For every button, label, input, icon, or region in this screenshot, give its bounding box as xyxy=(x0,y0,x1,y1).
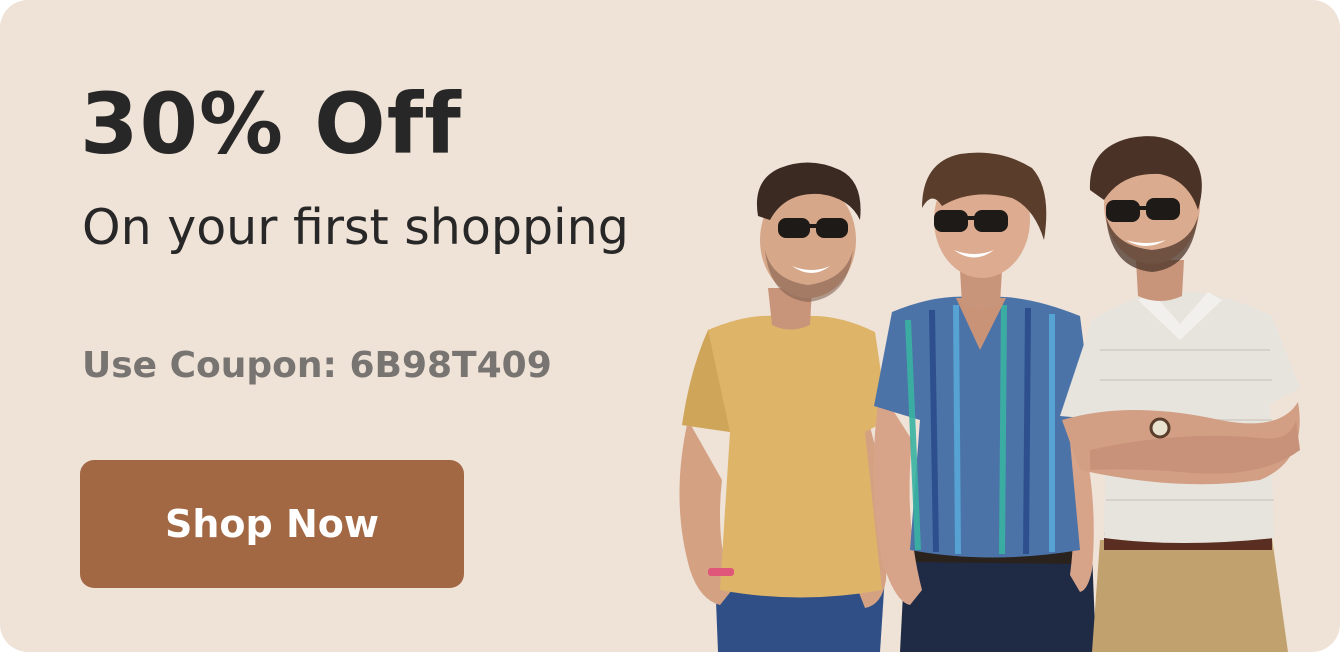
man-right-figure xyxy=(1060,136,1300,652)
promo-headline: 30% Off xyxy=(80,75,462,173)
man-middle-figure xyxy=(873,152,1096,652)
models-photo xyxy=(679,136,1300,652)
coupon-code-text: Use Coupon: 6B98T409 xyxy=(82,345,552,386)
man-left-figure xyxy=(679,162,888,652)
promo-banner: 30% Off On your first shopping Use Coupo… xyxy=(0,0,1340,652)
shop-now-button[interactable]: Shop Now xyxy=(80,460,464,588)
promo-subheadline: On your first shopping xyxy=(82,199,629,256)
